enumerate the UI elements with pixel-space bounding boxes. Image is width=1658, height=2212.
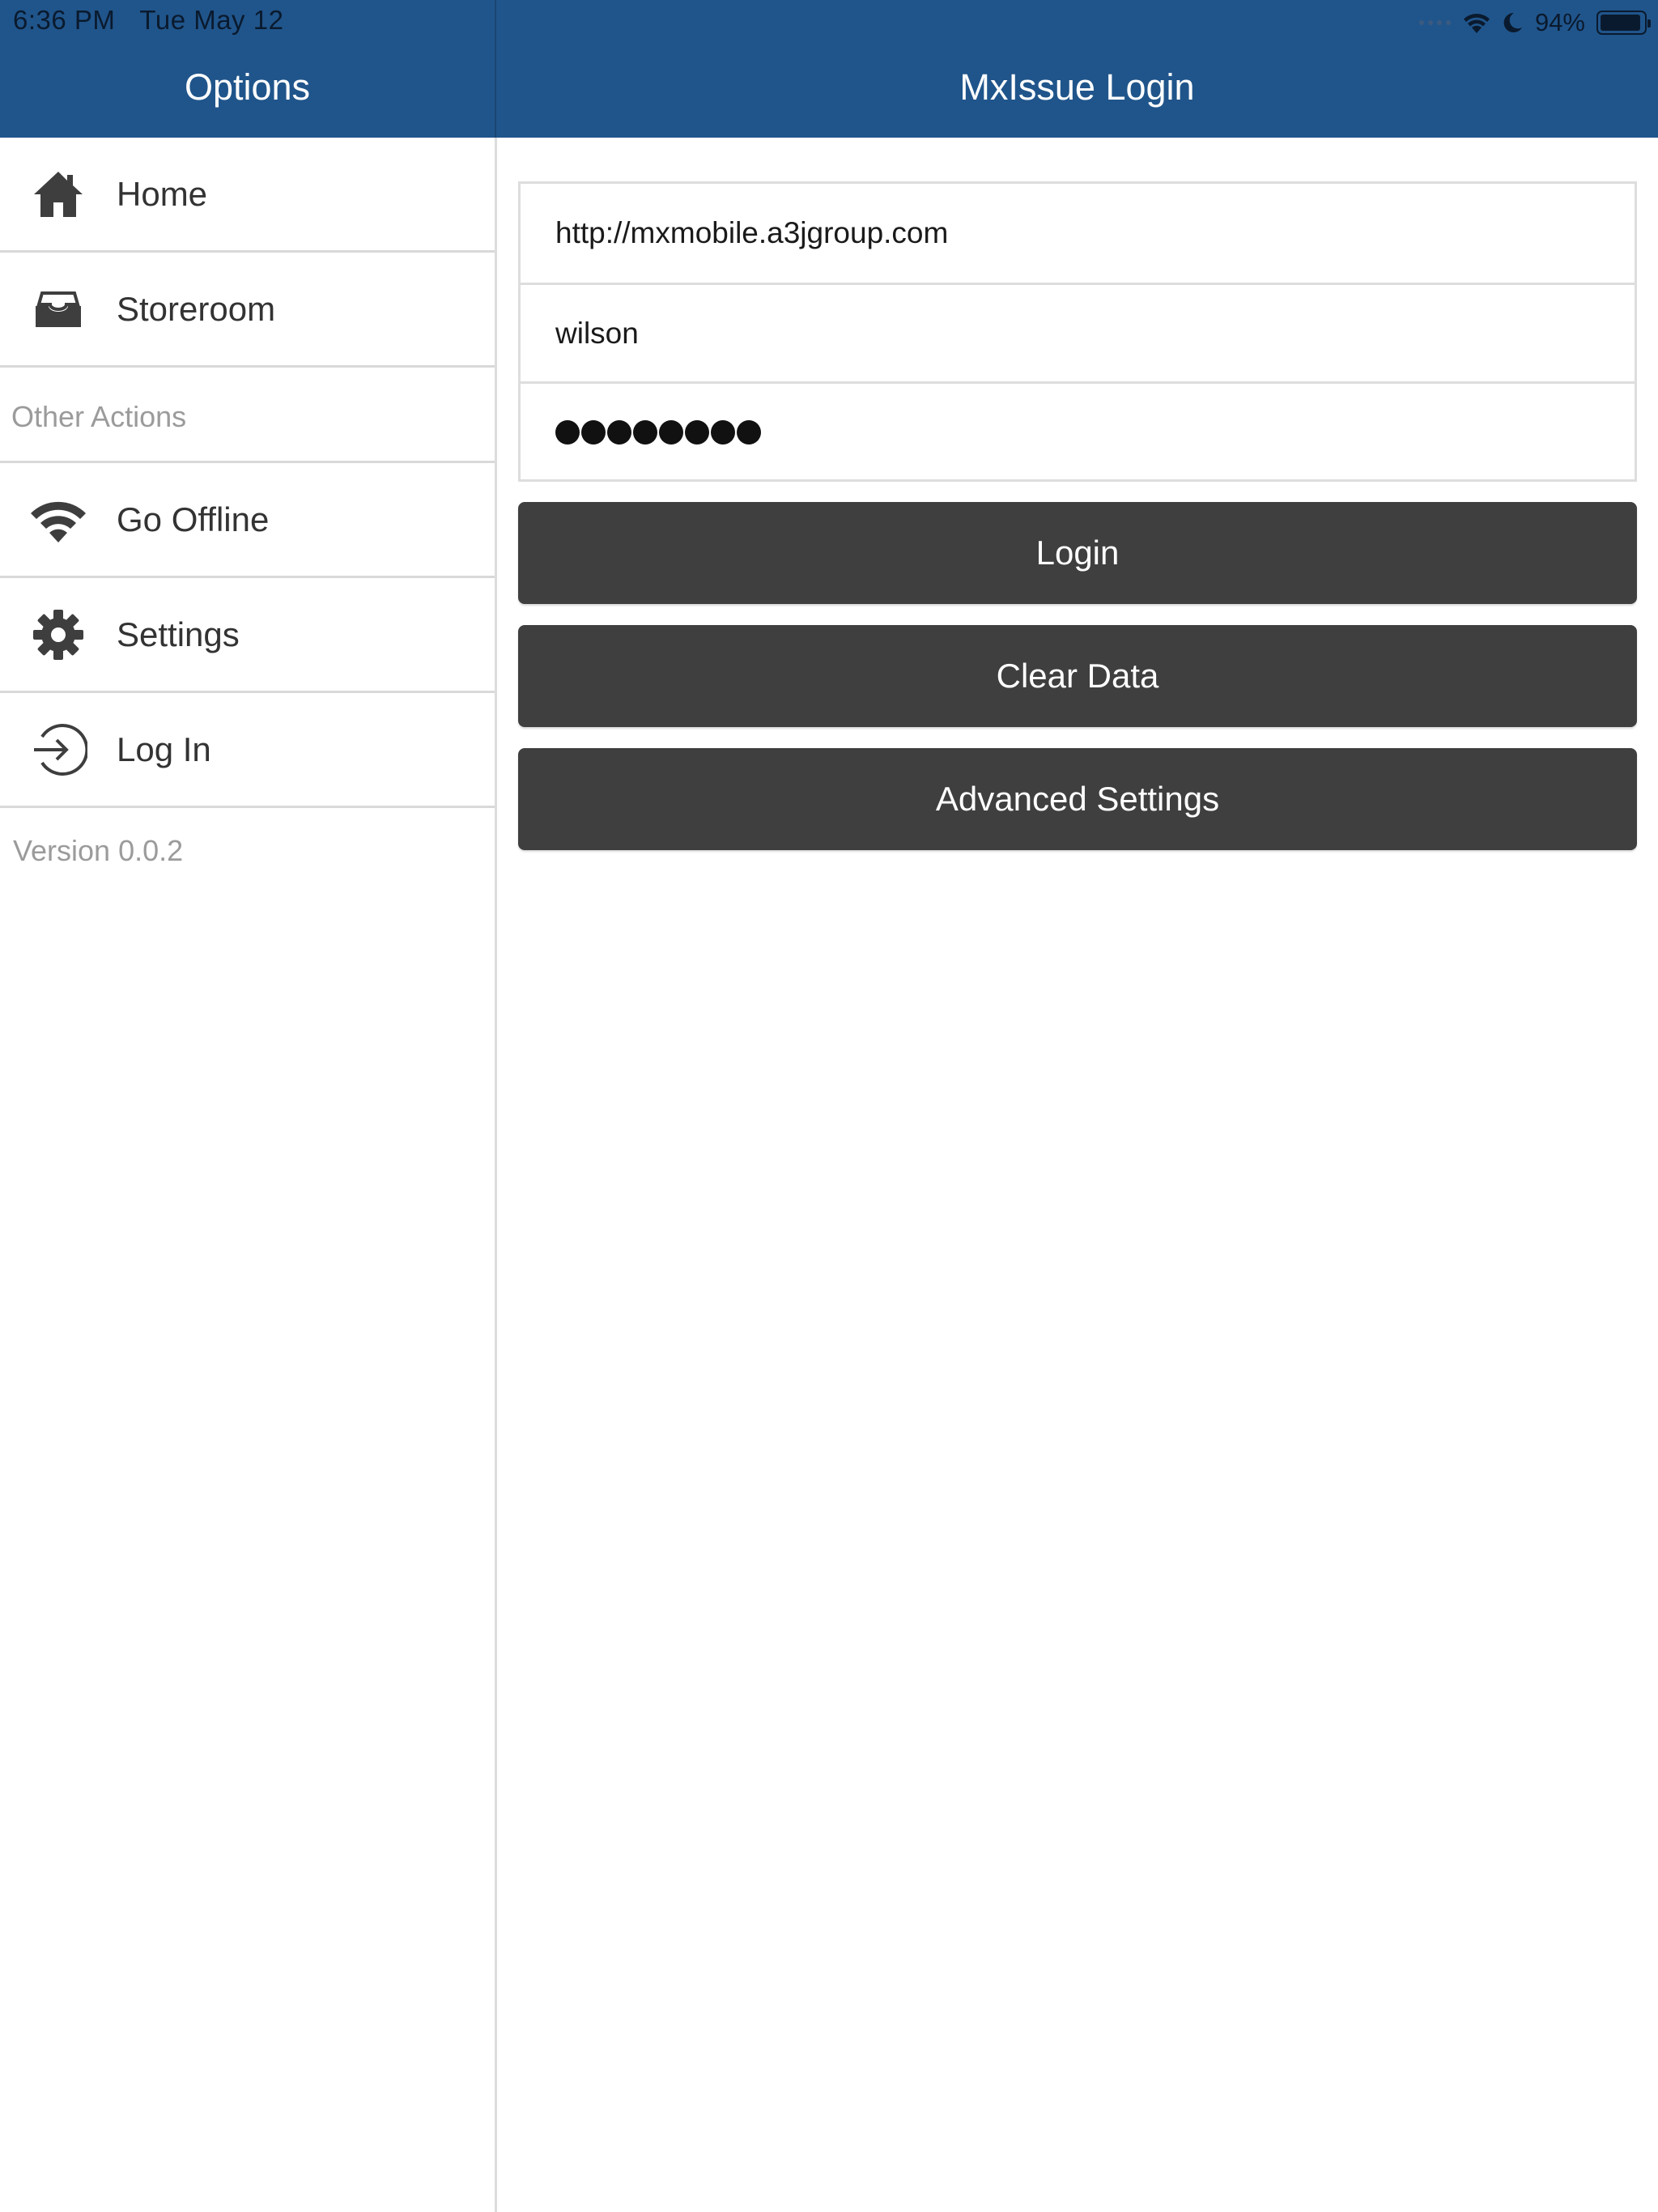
password-dot xyxy=(711,419,735,445)
page-title: MxIssue Login xyxy=(959,66,1195,108)
password-dot xyxy=(607,419,631,445)
password-dot xyxy=(581,419,606,445)
password-field[interactable] xyxy=(521,381,1635,480)
version-label: Version 0.0.2 xyxy=(13,834,184,867)
sidebar-item-log-in[interactable]: Log In xyxy=(0,693,495,808)
sidebar-item-label: Go Offline xyxy=(117,500,270,538)
section-header-other-actions: Other Actions xyxy=(0,368,495,463)
battery-percent: 94% xyxy=(1534,8,1585,36)
moon-icon xyxy=(1503,12,1522,32)
username-field[interactable] xyxy=(521,283,1635,381)
sidebar: Home Storeroom Other Actions Go Offline xyxy=(0,138,495,2212)
sidebar-item-label: Home xyxy=(117,174,208,213)
sidebar-item-storeroom[interactable]: Storeroom xyxy=(0,253,495,368)
password-dot xyxy=(659,419,683,445)
server-url-field[interactable] xyxy=(521,184,1635,283)
sidebar-item-home[interactable]: Home xyxy=(0,138,495,253)
status-date: Tue May 12 xyxy=(139,5,284,35)
sidebar-item-label: Log In xyxy=(117,730,211,768)
status-bar-right: 94% xyxy=(1408,6,1651,39)
username-input[interactable] xyxy=(555,316,1635,351)
sidebar-divider xyxy=(495,138,497,2212)
wifi-status-icon xyxy=(1463,14,1490,33)
password-dot xyxy=(633,419,657,445)
section-label: Other Actions xyxy=(11,400,187,433)
password-dot xyxy=(555,419,580,445)
sidebar-item-go-offline[interactable]: Go Offline xyxy=(0,463,495,578)
advanced-settings-button[interactable]: Advanced Settings xyxy=(518,748,1637,850)
login-icon xyxy=(29,721,87,779)
sidebar-item-label: Settings xyxy=(117,615,240,653)
home-icon xyxy=(29,165,87,223)
clear-data-button[interactable]: Clear Data xyxy=(518,625,1637,727)
status-time: 6:36 PM xyxy=(13,5,116,35)
storeroom-icon xyxy=(29,280,87,338)
cellular-signal-icon xyxy=(1418,20,1451,25)
gear-icon xyxy=(29,606,87,664)
login-button[interactable]: Login xyxy=(518,502,1637,604)
status-bar-left: 6:36 PM Tue May 12 xyxy=(13,5,283,36)
battery-icon xyxy=(1596,11,1651,35)
password-dot xyxy=(737,419,761,445)
server-url-input[interactable] xyxy=(555,216,1635,250)
top-bar: 6:36 PM Tue May 12 94% Options MxIssue Lo… xyxy=(0,0,1658,138)
login-form xyxy=(518,181,1637,482)
wifi-icon xyxy=(29,491,87,549)
password-input[interactable] xyxy=(555,419,761,445)
password-dot xyxy=(685,419,709,445)
sidebar-item-settings[interactable]: Settings xyxy=(0,578,495,693)
sidebar-title: Options xyxy=(184,66,311,108)
sidebar-item-label: Storeroom xyxy=(117,289,276,328)
